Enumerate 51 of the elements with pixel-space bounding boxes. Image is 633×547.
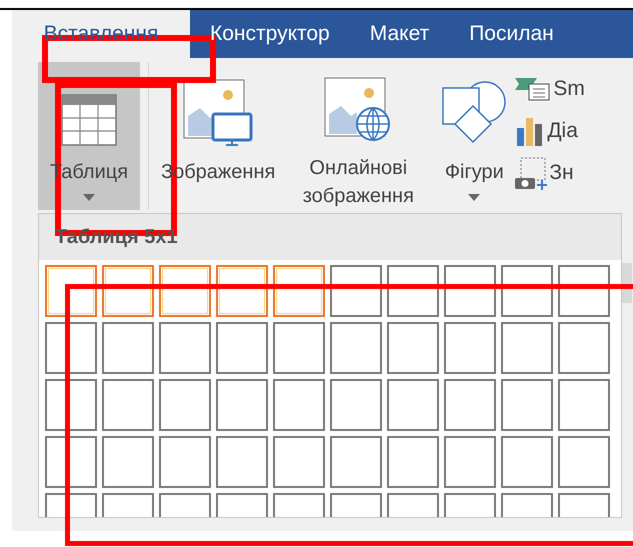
grid-cell[interactable]: [444, 265, 496, 317]
grid-cell[interactable]: [387, 436, 439, 488]
grid-cell[interactable]: [45, 322, 97, 374]
ribbon-button[interactable]: Фігури: [437, 62, 512, 210]
grid-cell[interactable]: [216, 379, 268, 431]
grid-cell[interactable]: [444, 322, 496, 374]
grid-cell[interactable]: [558, 436, 610, 488]
grid-cell[interactable]: [444, 379, 496, 431]
grid-cell[interactable]: [45, 436, 97, 488]
grid-cell[interactable]: [558, 265, 610, 317]
grid-cell[interactable]: [501, 436, 553, 488]
grid-cell[interactable]: [387, 322, 439, 374]
table-icon: [61, 94, 117, 146]
ribbon-button[interactable]: Онлайнові зображення: [279, 62, 438, 210]
shapes-icon: [441, 80, 508, 146]
grid-cell[interactable]: [330, 322, 382, 374]
grid-cell[interactable]: [330, 379, 382, 431]
caret-icon: [468, 194, 480, 201]
grid-cell[interactable]: [159, 265, 211, 317]
grid-cell[interactable]: [159, 436, 211, 488]
grid-cell[interactable]: [216, 436, 268, 488]
grid-cell[interactable]: [159, 379, 211, 431]
grid-cell[interactable]: [330, 265, 382, 317]
grid-cell[interactable]: [558, 379, 610, 431]
grid-cell[interactable]: [501, 265, 553, 317]
grid-cell[interactable]: [102, 322, 154, 374]
grid-cell[interactable]: [273, 379, 325, 431]
grid-cell[interactable]: [216, 265, 268, 317]
grid-cell[interactable]: [273, 265, 325, 317]
grid-cell[interactable]: [387, 265, 439, 317]
grid-cell[interactable]: [387, 379, 439, 431]
grid-cell[interactable]: [558, 322, 610, 374]
grid-cell[interactable]: [501, 379, 553, 431]
grid-cell[interactable]: [501, 322, 553, 374]
grid-cell[interactable]: [216, 322, 268, 374]
grid-cell[interactable]: [102, 436, 154, 488]
grid-cell[interactable]: [444, 436, 496, 488]
grid-cell[interactable]: [45, 379, 97, 431]
smartart-icon: [515, 76, 552, 102]
grid-cell[interactable]: [159, 322, 211, 374]
grid-cell[interactable]: [330, 436, 382, 488]
ribbon-small-button[interactable]: Зн: [515, 156, 585, 190]
screenshot-icon: [515, 156, 548, 190]
grid-cell[interactable]: [102, 265, 154, 317]
grid-cell[interactable]: [273, 322, 325, 374]
ribbon-small-button[interactable]: Діа: [515, 114, 585, 148]
grid-cell[interactable]: [273, 436, 325, 488]
picture-monitor-icon: [182, 78, 254, 146]
grid-cell[interactable]: [102, 379, 154, 431]
ribbon-small-button[interactable]: Sm: [515, 72, 585, 106]
caret-icon: [83, 194, 95, 201]
